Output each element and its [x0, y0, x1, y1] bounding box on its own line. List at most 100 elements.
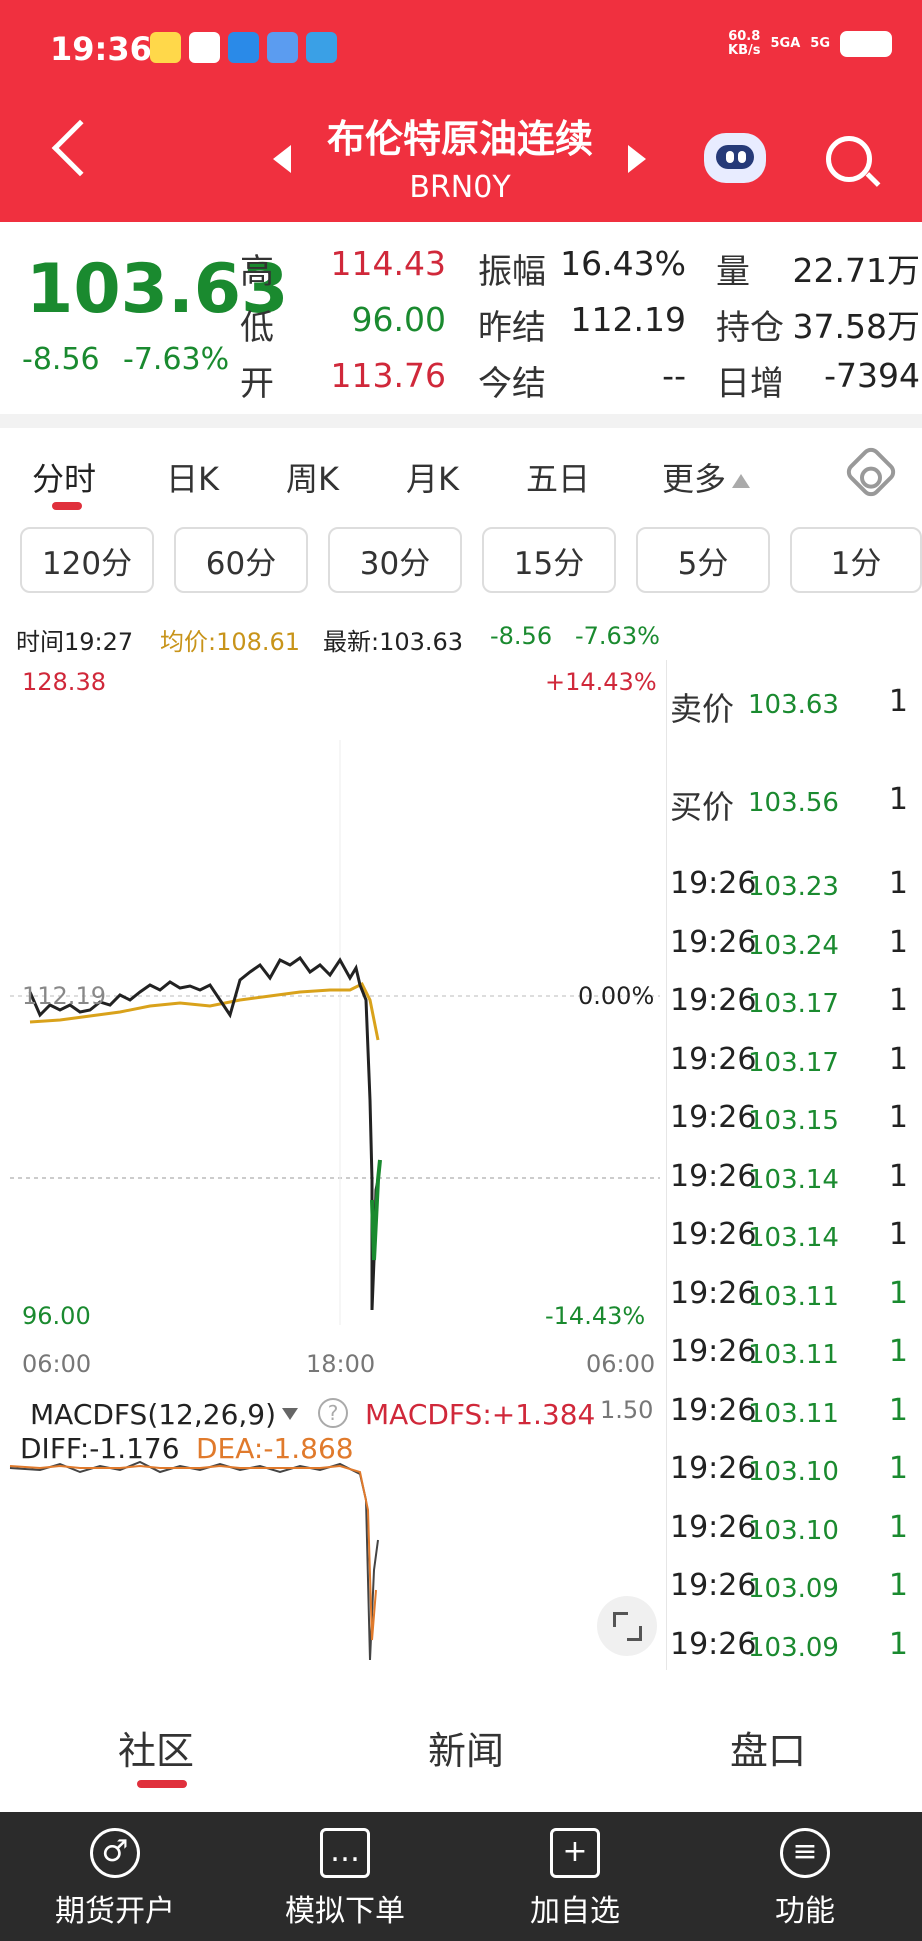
dea-line [9, 1464, 377, 1641]
x-tick-label: 06:00 [586, 1350, 656, 1378]
active-section-indicator [137, 1780, 187, 1788]
tab-monthly-k[interactable]: 月K [406, 454, 459, 500]
trade-price: 103.11 [748, 1281, 839, 1312]
low-value: 96.00 [351, 300, 446, 339]
ask-label: 卖价 [670, 690, 735, 728]
price-change: -8.56 [22, 342, 100, 377]
tab-weekly-k[interactable]: 周K [286, 454, 339, 500]
bid-qty: 1 [888, 782, 908, 817]
x-tick-label: 06:00 [22, 1350, 92, 1378]
volume-value: 22.71万 [792, 251, 920, 290]
caret-up-icon [732, 474, 751, 488]
tab-order-book[interactable]: 盘口 [730, 1720, 806, 1775]
today-settle-label: 今结 [478, 364, 546, 404]
chevron-down-icon[interactable] [282, 1408, 298, 1420]
trade-time: 19:26 [670, 1217, 757, 1252]
y-min-pct-label: -14.43% [545, 1302, 646, 1330]
trade-time: 19:26 [670, 1392, 757, 1428]
tab-community[interactable]: 社区 [118, 1720, 194, 1775]
trade-time: 19:26 [670, 1626, 757, 1662]
y-mid-label: 112.19 [22, 982, 106, 1010]
trade-qty: 1 [888, 1158, 908, 1194]
low-label: 低 [240, 308, 274, 348]
period-60min[interactable]: 60分 [174, 527, 308, 593]
tab-five-day[interactable]: 五日 [526, 454, 590, 500]
settings-icon[interactable] [842, 443, 900, 501]
macd-value: MACDFS:+1.384 [365, 1398, 596, 1431]
trade-time: 19:26 [670, 866, 757, 901]
trade-price: 103.17 [748, 1047, 839, 1078]
simulated-order-button[interactable]: … 模拟下单 [230, 1812, 460, 1941]
y-max-pct-label: +14.43% [545, 668, 657, 696]
tab-daily-k[interactable]: 日K [166, 454, 219, 500]
diff-line [9, 1460, 379, 1660]
status-bar: 19:36 60.8 KB/s 5GA 5G [0, 0, 922, 100]
trade-time: 19:26 [670, 1158, 757, 1194]
trade-qty: 1 [888, 1451, 908, 1486]
macd-scale: 1.50 [600, 1396, 654, 1424]
trade-qty: 1 [888, 1568, 908, 1603]
open-interest-value: 37.58万 [792, 307, 920, 346]
today-settle-value: -- [662, 356, 686, 395]
back-arrow-icon[interactable] [51, 119, 109, 177]
trade-time: 19:26 [670, 1100, 757, 1135]
y-max-label: 128.38 [22, 668, 106, 696]
y-min-label: 96.00 [22, 1302, 91, 1330]
trade-qty: 1 [888, 1626, 908, 1662]
app-icon [306, 32, 337, 63]
trade-price: 103.15 [748, 1106, 839, 1136]
open-interest-label: 持仓 [716, 308, 784, 348]
prev-contract-icon[interactable] [273, 145, 291, 173]
tab-intraday[interactable]: 分时 [32, 454, 96, 500]
tab-news[interactable]: 新闻 [428, 1720, 504, 1775]
period-15min[interactable]: 15分 [482, 527, 616, 593]
robot-icon[interactable] [704, 133, 766, 183]
info-change-pct: -7.63% [575, 622, 660, 650]
info-time: 时间19:27 [16, 628, 134, 656]
bid-label: 买价 [670, 788, 735, 826]
status-time: 19:36 [50, 30, 152, 68]
period-120min[interactable]: 120分 [20, 527, 154, 593]
add-icon: + [550, 1828, 600, 1878]
trade-qty: 1 [888, 1392, 908, 1428]
ask-qty: 1 [888, 684, 908, 719]
contract-code: BRN0Y [409, 170, 511, 205]
daily-increase-value: -7394 [824, 356, 920, 395]
open-value: 113.76 [330, 356, 446, 395]
signal-5ga-icon: 5GA [770, 36, 801, 51]
app-header: 19:36 60.8 KB/s 5GA 5G 布伦特原油连续 BRN0Y [0, 0, 922, 222]
next-contract-icon[interactable] [628, 145, 646, 173]
price-change-pct: -7.63% [123, 342, 230, 377]
search-icon[interactable] [826, 136, 872, 182]
trade-time: 19:26 [670, 1275, 757, 1311]
help-icon[interactable]: ? [318, 1398, 348, 1428]
panel-divider [666, 660, 667, 1670]
trade-time: 19:26 [670, 1451, 757, 1486]
document-icon: … [320, 1828, 370, 1878]
open-account-button[interactable]: ♂ 期货开户 [0, 1812, 230, 1941]
period-5min[interactable]: 5分 [636, 527, 770, 593]
high-label: 高 [240, 252, 274, 292]
bottom-toolbar: ♂ 期货开户 … 模拟下单 + 加自选 ≡ 功能 [0, 1812, 922, 1941]
period-1min[interactable]: 1分 [790, 527, 922, 593]
notification-icons [150, 32, 337, 63]
amplitude-value: 16.43% [560, 244, 686, 283]
trade-price: 103.11 [748, 1398, 839, 1429]
functions-button[interactable]: ≡ 功能 [690, 1812, 920, 1941]
macd-title[interactable]: MACDFS(12,26,9) [30, 1398, 276, 1431]
trade-qty: 1 [888, 1041, 908, 1077]
trade-price: 103.11 [748, 1340, 839, 1370]
account-icon: ♂ [90, 1828, 140, 1878]
trade-price: 103.09 [748, 1632, 839, 1663]
y-mid-pct-label: 0.00% [578, 982, 655, 1010]
app-notification-icon [150, 32, 181, 63]
tab-more[interactable]: 更多 [662, 454, 751, 500]
trade-time: 19:26 [670, 1334, 757, 1369]
add-watchlist-button[interactable]: + 加自选 [460, 1812, 690, 1941]
period-30min[interactable]: 30分 [328, 527, 462, 593]
trade-time: 19:26 [670, 983, 757, 1018]
price-line [28, 955, 382, 1311]
info-latest: 最新:103.63 [323, 628, 464, 656]
prev-settle-value: 112.19 [570, 300, 686, 339]
fullscreen-icon[interactable] [597, 1596, 657, 1656]
